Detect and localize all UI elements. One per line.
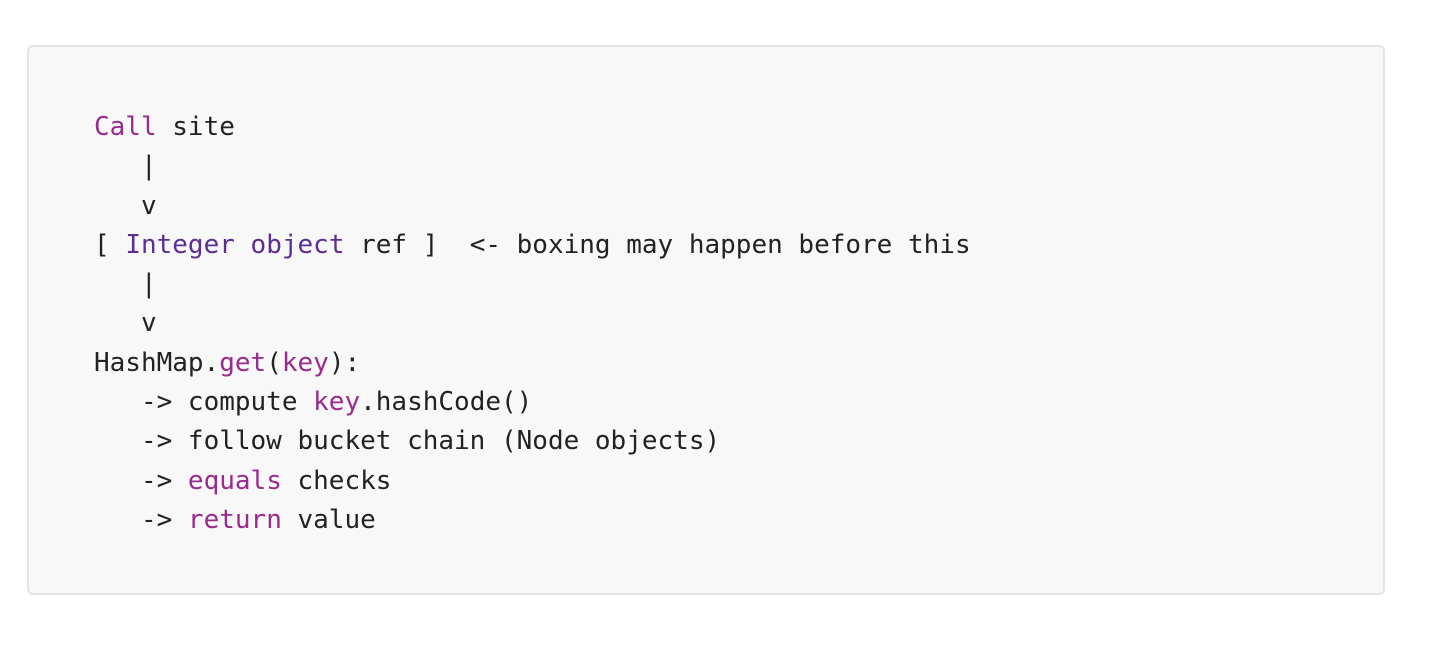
code-line: -> equals checks (94, 462, 971, 501)
code-token: -> (94, 465, 188, 496)
code-token: value (281, 504, 376, 535)
code-text: Call site | v [ Integer object ref ] <- b… (94, 108, 971, 540)
code-token: [ (94, 229, 126, 260)
code-line: v (94, 187, 971, 226)
code-token-keyword: key (281, 347, 329, 378)
code-line: -> compute key.hashCode() (94, 383, 971, 422)
code-token: v (94, 190, 157, 221)
code-token: site (156, 112, 235, 142)
code-token: | (94, 269, 157, 300)
code-line: HashMap.get(key): (94, 344, 971, 383)
code-token: v (94, 308, 157, 339)
code-line: [ Integer object ref ] <- boxing may hap… (94, 226, 971, 265)
code-line: -> return value (94, 501, 971, 540)
code-token: -> (94, 504, 188, 535)
code-token: ( (266, 347, 282, 378)
code-token: checks (281, 465, 392, 496)
code-token: ): (328, 347, 361, 378)
code-token-keyword: key (313, 387, 361, 418)
code-token-type: Integer (125, 229, 235, 260)
code-token: -> follow bucket chain (Node objects) (94, 426, 721, 457)
code-token-keyword: equals (187, 465, 282, 496)
code-line: Call site (94, 108, 971, 147)
code-block: Call site | v [ Integer object ref ] <- b… (27, 45, 1385, 595)
code-token: HashMap. (94, 347, 220, 378)
code-line: | (94, 265, 971, 304)
code-line: v (94, 304, 971, 343)
code-token: .hashCode() (360, 387, 533, 418)
code-line: -> follow bucket chain (Node objects) (94, 422, 971, 461)
code-token-type: object (250, 229, 345, 260)
code-token-keyword: get (219, 347, 267, 378)
code-token-keyword: return (187, 504, 282, 535)
code-line: | (94, 147, 971, 186)
code-token-keyword: Call (94, 112, 157, 142)
code-token: -> compute (94, 387, 314, 418)
code-token: ref ] <- boxing may happen before this (344, 229, 971, 260)
code-token: | (94, 151, 157, 182)
